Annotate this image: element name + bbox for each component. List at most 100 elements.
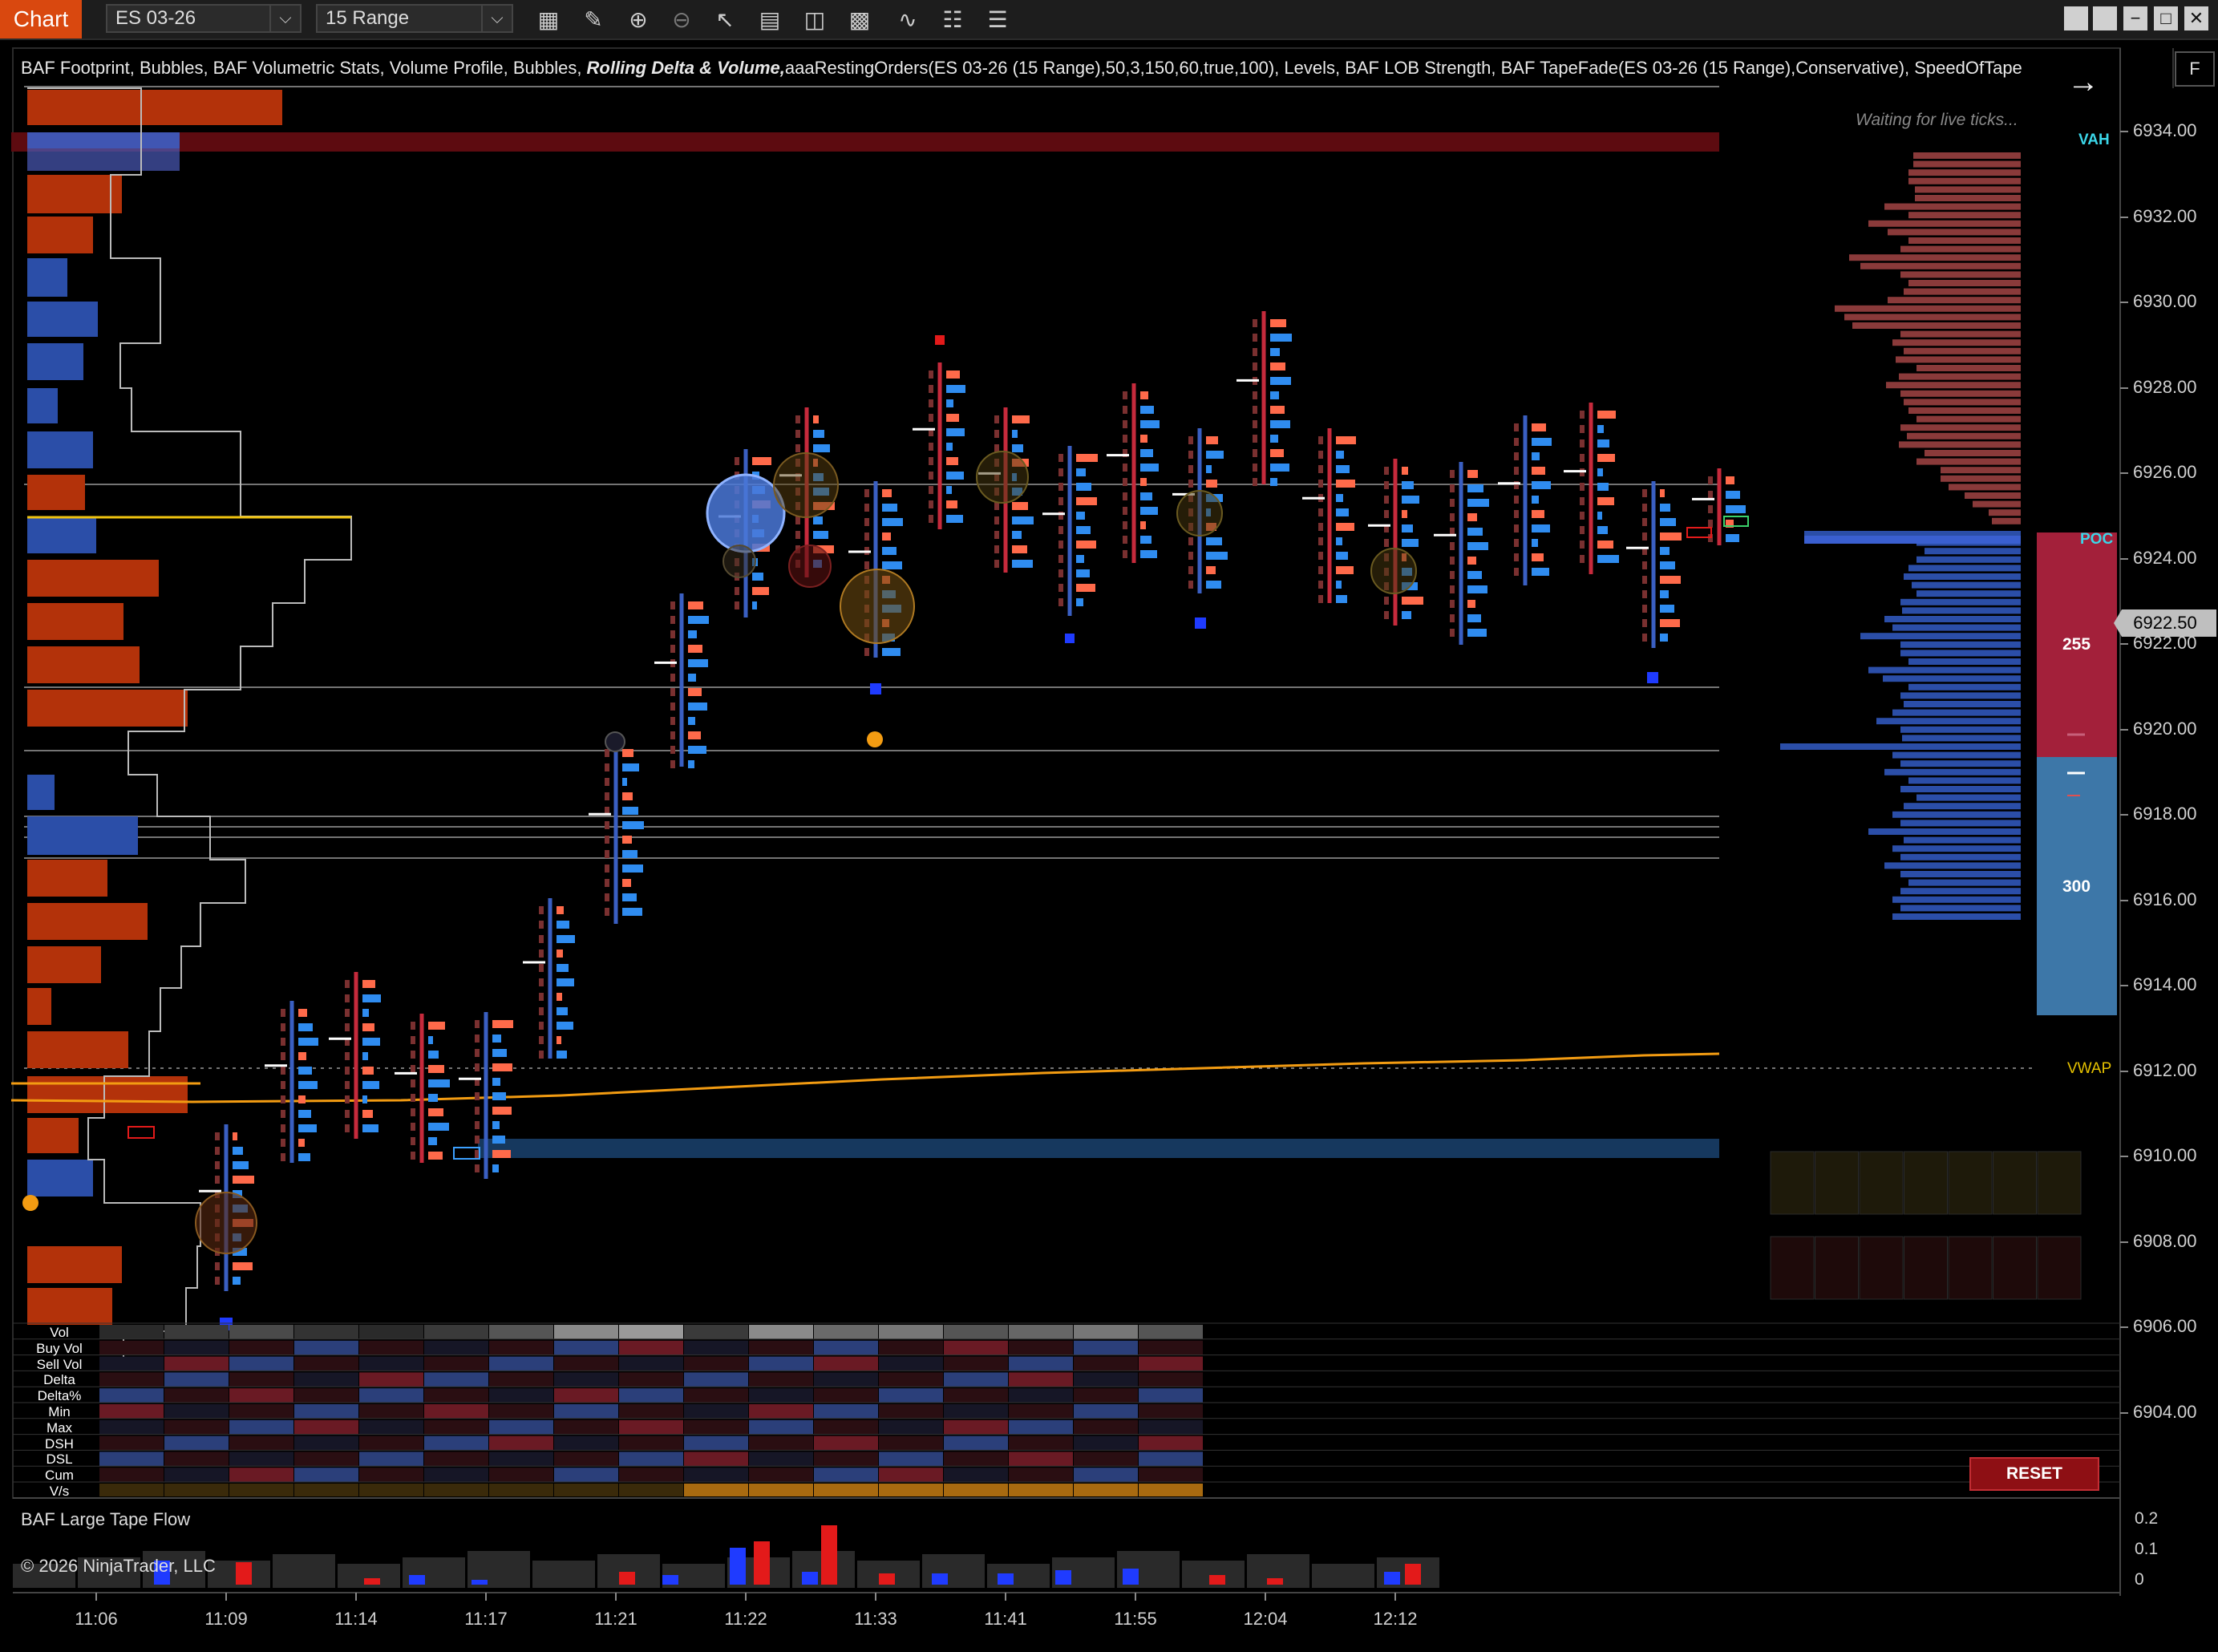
price-axis-label: 6916.00 [2133, 889, 2197, 909]
footprint-ask-cell [946, 500, 957, 508]
stats-cell [229, 1452, 293, 1467]
footprint-bid-cell [1708, 505, 1713, 513]
footprint-bid-cell [670, 630, 675, 638]
stats-cell [814, 1325, 878, 1339]
footprint-ask-cell [688, 674, 696, 682]
stats-cell [489, 1468, 553, 1483]
footprint-ask-cell [1270, 435, 1278, 443]
reset-button[interactable]: RESET [1969, 1457, 2099, 1491]
speed-cell [1904, 1151, 1948, 1215]
price-axis-label: 6928.00 [2133, 376, 2197, 397]
footprint-ask-cell [1012, 516, 1034, 524]
f-toggle-button[interactable]: F [2175, 51, 2215, 87]
stats-cell [359, 1340, 423, 1355]
footprint-bid-cell [1188, 566, 1193, 574]
left-profile-bar [27, 988, 51, 1025]
footprint-bid-cell [605, 778, 609, 786]
footprint-bid-cell [1580, 439, 1585, 447]
footprint-bid-cell [1450, 585, 1455, 593]
left-profile-bar [27, 1076, 188, 1113]
stats-cell [294, 1325, 358, 1339]
footprint-ask-cell [492, 1121, 500, 1129]
footprint-ask-cell [882, 518, 903, 526]
footprint-bid-cell [735, 587, 739, 595]
price-chart-canvas[interactable] [0, 0, 2218, 1652]
footprint-ask-cell [688, 731, 701, 739]
stats-cell [1009, 1419, 1073, 1435]
stats-cell [814, 1452, 878, 1467]
stats-cell [489, 1484, 553, 1496]
footprint-bid-cell [605, 763, 609, 771]
right-profile-buy-bar [1892, 709, 2021, 716]
footprint-bid-cell [670, 746, 675, 754]
footprint-ask-cell [1467, 629, 1487, 637]
right-profile-buy-bar [1902, 735, 2021, 742]
footprint-bid-cell [475, 1063, 480, 1071]
right-profile-sell-bar [1941, 467, 2021, 474]
stats-cell [879, 1419, 943, 1435]
right-profile-buy-bar [1900, 641, 2021, 648]
footprint-bid-cell [1058, 526, 1063, 534]
arrow-right-icon[interactable]: → [2067, 64, 2099, 100]
footprint-ask-cell [557, 935, 575, 943]
speed-of-tape-grid [1770, 1151, 2082, 1300]
footprint-bid-cell [1318, 465, 1323, 473]
footprint-bid-cell [929, 414, 933, 422]
footprint-bid-cell [1642, 605, 1647, 613]
footprint-bid-cell [994, 516, 999, 524]
footprint-bid-cell [670, 717, 675, 725]
footprint-bid-cell [1514, 467, 1519, 475]
footprint-bid-cell [1188, 451, 1193, 459]
footprint-ask-cell [882, 504, 897, 512]
stats-cell [749, 1325, 813, 1339]
footprint-bid-cell [1318, 566, 1323, 574]
stats-cell [424, 1372, 488, 1387]
stats-cell [359, 1468, 423, 1483]
footprint-ask-cell [233, 1277, 241, 1285]
footprint-ask-cell [428, 1079, 450, 1087]
stats-cell [1074, 1419, 1138, 1435]
footprint-bid-cell [345, 1052, 350, 1060]
right-volume-profile [1780, 152, 2021, 920]
footprint-bid-cell [1253, 464, 1257, 472]
stats-cell [294, 1388, 358, 1403]
footprint-bid-cell [1384, 481, 1389, 489]
footprint-ask-cell [1532, 496, 1539, 504]
footprint-bid-cell [1058, 569, 1063, 577]
footprint-ask-cell [492, 1078, 500, 1086]
right-profile-sell-bar [1886, 382, 2021, 389]
right-profile-buy-bar [1900, 726, 2021, 733]
footprint-ask-cell [1206, 581, 1221, 589]
footprint-ask-cell [1532, 452, 1540, 460]
left-profile-bar [27, 646, 140, 683]
footprint-bid-cell [1058, 598, 1063, 606]
footprint-ask-cell [298, 1139, 305, 1147]
stats-row-label: V/s [49, 1484, 70, 1499]
footprint-ask-cell [362, 1110, 373, 1118]
footprint-ask-cell [1532, 510, 1544, 518]
right-profile-buy-bar [1860, 633, 2021, 640]
footprint-ask-cell [688, 630, 697, 638]
left-profile-bar [27, 690, 188, 727]
footprint-ask-cell [946, 428, 965, 436]
footprint-bid-cell [1123, 521, 1127, 529]
price-axis-tick [2120, 899, 2128, 901]
left-profile-bar [27, 603, 123, 640]
right-profile-sell-bar [1899, 373, 2021, 380]
price-axis-tick [2120, 557, 2128, 560]
footprint-bid-cell [215, 1262, 220, 1270]
footprint-bid-cell [215, 1176, 220, 1184]
stats-cell [294, 1404, 358, 1419]
footprint-bid-cell [411, 1137, 415, 1145]
speed-cell [1770, 1151, 1815, 1215]
footprint-ask-cell [557, 1051, 567, 1059]
stats-cell [879, 1404, 943, 1419]
footprint-bid-cell [605, 836, 609, 844]
price-axis-tick [2120, 302, 2128, 303]
footprint-ask-cell [1467, 557, 1476, 565]
footprint-ask-cell [622, 821, 644, 829]
left-profile-bar [27, 1118, 79, 1153]
stats-cell [99, 1404, 164, 1419]
speed-cell [2037, 1151, 2082, 1215]
footprint-ask-cell [752, 457, 771, 465]
